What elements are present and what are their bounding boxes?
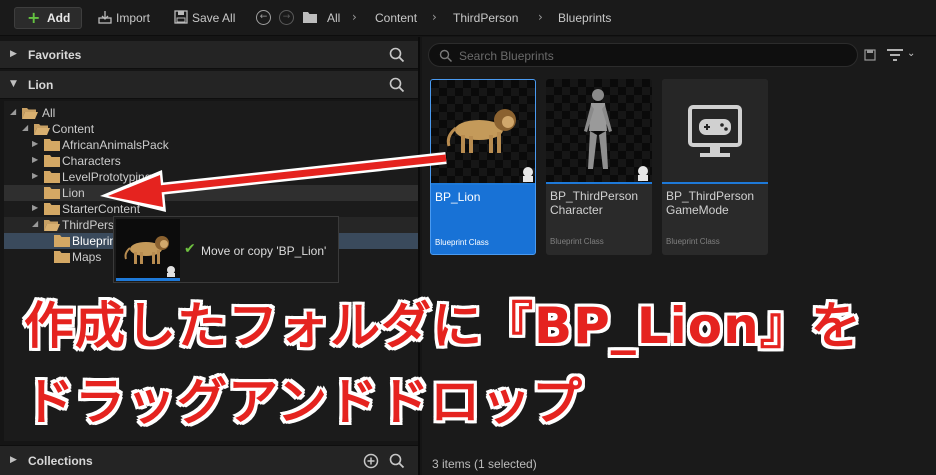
mannequin-icon bbox=[584, 89, 648, 181]
lion-icon bbox=[124, 236, 175, 277]
tree-item-label: Content bbox=[52, 122, 95, 136]
folder-icon bbox=[54, 251, 70, 263]
annotation-line-1: 作成したフォルダに『BP_Lion』を bbox=[24, 297, 862, 355]
tree-item-lion[interactable]: Lion bbox=[4, 185, 418, 201]
folder-icon bbox=[44, 155, 60, 167]
tree-item-startercontent[interactable]: ▶ StarterContent bbox=[4, 201, 418, 217]
chevron-right-icon[interactable]: › bbox=[432, 10, 437, 24]
gamepad-monitor-thumbnail bbox=[662, 79, 768, 183]
drag-message: Move or copy 'BP_Lion' bbox=[201, 244, 327, 258]
folder-icon bbox=[44, 203, 60, 215]
breadcrumb-blueprints[interactable]: Blueprints bbox=[558, 11, 611, 25]
import-button[interactable]: Import bbox=[116, 11, 150, 25]
search-icon[interactable] bbox=[388, 46, 406, 64]
collections-title: Collections bbox=[28, 454, 93, 468]
tree-item-label: All bbox=[42, 106, 56, 120]
tree-item-label: AfricanAnimalsPack bbox=[62, 138, 169, 152]
project-header[interactable]: ▼ Lion bbox=[0, 71, 418, 99]
add-collection-icon[interactable] bbox=[362, 452, 380, 470]
accent-bar bbox=[546, 182, 652, 184]
search-icon[interactable] bbox=[388, 452, 406, 470]
asset-tile-bp-thirdpersoncharacter[interactable]: BP_ThirdPerson Character Blueprint Class bbox=[546, 79, 652, 255]
chevron-right-icon[interactable]: › bbox=[352, 10, 357, 24]
asset-tile-bp-lion[interactable]: BP_Lion Blueprint Class bbox=[430, 79, 536, 255]
asset-type: Blueprint Class bbox=[666, 237, 720, 246]
accent-bar bbox=[116, 278, 180, 281]
import-icon bbox=[98, 11, 112, 24]
status-text: 3 items (1 selected) bbox=[432, 457, 537, 471]
favorites-title: Favorites bbox=[28, 48, 82, 62]
favorites-header[interactable]: ▶ Favorites bbox=[0, 41, 418, 69]
tree-item-label: Maps bbox=[72, 250, 102, 264]
filter-icon[interactable] bbox=[886, 48, 904, 62]
plus-icon: + bbox=[27, 8, 41, 27]
lion-thumbnail bbox=[431, 80, 535, 184]
check-icon: ✔ bbox=[184, 241, 196, 257]
expanded-arrow-icon[interactable]: ◢ bbox=[22, 123, 28, 132]
collapsed-arrow-icon[interactable]: ▶ bbox=[10, 455, 17, 465]
search-input[interactable]: Search Blueprints bbox=[428, 43, 858, 67]
add-button[interactable]: + Add bbox=[14, 7, 82, 29]
folder-icon bbox=[44, 171, 60, 183]
collapsed-arrow-icon[interactable]: ▶ bbox=[32, 139, 38, 148]
breadcrumb-content[interactable]: Content bbox=[375, 11, 417, 25]
drag-drop-tooltip: ✔ Move or copy 'BP_Lion' bbox=[113, 216, 339, 283]
tree-item-label: Characters bbox=[62, 154, 121, 168]
save-icon bbox=[174, 10, 188, 24]
folder-icon bbox=[44, 187, 60, 199]
folder-icon[interactable] bbox=[302, 10, 318, 24]
collapsed-arrow-icon[interactable]: ▶ bbox=[32, 171, 38, 180]
tree-item-africananimalspack[interactable]: ▶ AfricanAnimalsPack bbox=[4, 137, 418, 153]
asset-name: BP_ThirdPerson Character bbox=[550, 189, 639, 217]
asset-type: Blueprint Class bbox=[550, 237, 604, 246]
collections-header[interactable]: ▶ Collections bbox=[0, 445, 418, 475]
project-title: Lion bbox=[28, 78, 54, 92]
chevron-down-icon[interactable]: ⌄ bbox=[907, 48, 915, 59]
annotation-line-2: ドラッグアンドドロップ bbox=[24, 373, 583, 431]
tree-item-characters[interactable]: ▶ Characters bbox=[4, 153, 418, 169]
open-folder-icon bbox=[34, 124, 50, 135]
save-all-button[interactable]: Save All bbox=[192, 11, 235, 25]
breadcrumb-all[interactable]: All bbox=[327, 11, 340, 25]
expanded-arrow-icon[interactable]: ▼ bbox=[10, 79, 17, 89]
folder-icon bbox=[54, 235, 70, 247]
search-icon bbox=[439, 49, 453, 63]
lion-thumbnail bbox=[116, 219, 180, 281]
asset-name: BP_ThirdPerson GameMode bbox=[666, 189, 755, 217]
expanded-arrow-icon[interactable]: ◢ bbox=[10, 107, 16, 116]
toolbar: + Add Import Save All ← → All › Content … bbox=[0, 0, 936, 36]
search-icon[interactable] bbox=[388, 76, 406, 94]
add-button-label: Add bbox=[47, 11, 71, 25]
save-search-icon[interactable] bbox=[864, 49, 876, 61]
open-folder-icon bbox=[22, 108, 38, 119]
back-icon[interactable]: ← bbox=[256, 10, 271, 25]
tree-item-label: Lion bbox=[62, 186, 85, 200]
collapsed-arrow-icon[interactable]: ▶ bbox=[32, 155, 38, 164]
collapsed-arrow-icon[interactable]: ▶ bbox=[10, 49, 17, 59]
folder-icon bbox=[44, 139, 60, 151]
mannequin-thumbnail bbox=[546, 79, 652, 183]
breadcrumb-thirdperson[interactable]: ThirdPerson bbox=[453, 11, 518, 25]
gamepad-monitor-icon bbox=[688, 105, 742, 157]
open-folder-icon bbox=[44, 220, 60, 231]
accent-bar bbox=[431, 183, 535, 185]
accent-bar bbox=[662, 182, 768, 184]
lion-icon bbox=[446, 109, 533, 182]
forward-icon[interactable]: → bbox=[279, 10, 294, 25]
tree-item-label: LevelPrototyping bbox=[62, 170, 152, 184]
asset-tile-bp-thirdpersongamemode[interactable]: BP_ThirdPerson GameMode Blueprint Class bbox=[662, 79, 768, 255]
tree-item-label: StarterContent bbox=[62, 202, 141, 216]
collapsed-arrow-icon[interactable]: ▶ bbox=[32, 203, 38, 212]
expanded-arrow-icon[interactable]: ◢ bbox=[32, 219, 38, 228]
search-placeholder: Search Blueprints bbox=[459, 49, 554, 63]
asset-type: Blueprint Class bbox=[435, 238, 489, 247]
asset-name: BP_Lion bbox=[435, 190, 481, 204]
chevron-right-icon[interactable]: › bbox=[538, 10, 543, 24]
tree-item-content[interactable]: ◢ Content bbox=[4, 121, 418, 137]
tree-item-levelprototyping[interactable]: ▶ LevelPrototyping bbox=[4, 169, 418, 185]
tree-item-all[interactable]: ◢ All bbox=[4, 105, 418, 121]
